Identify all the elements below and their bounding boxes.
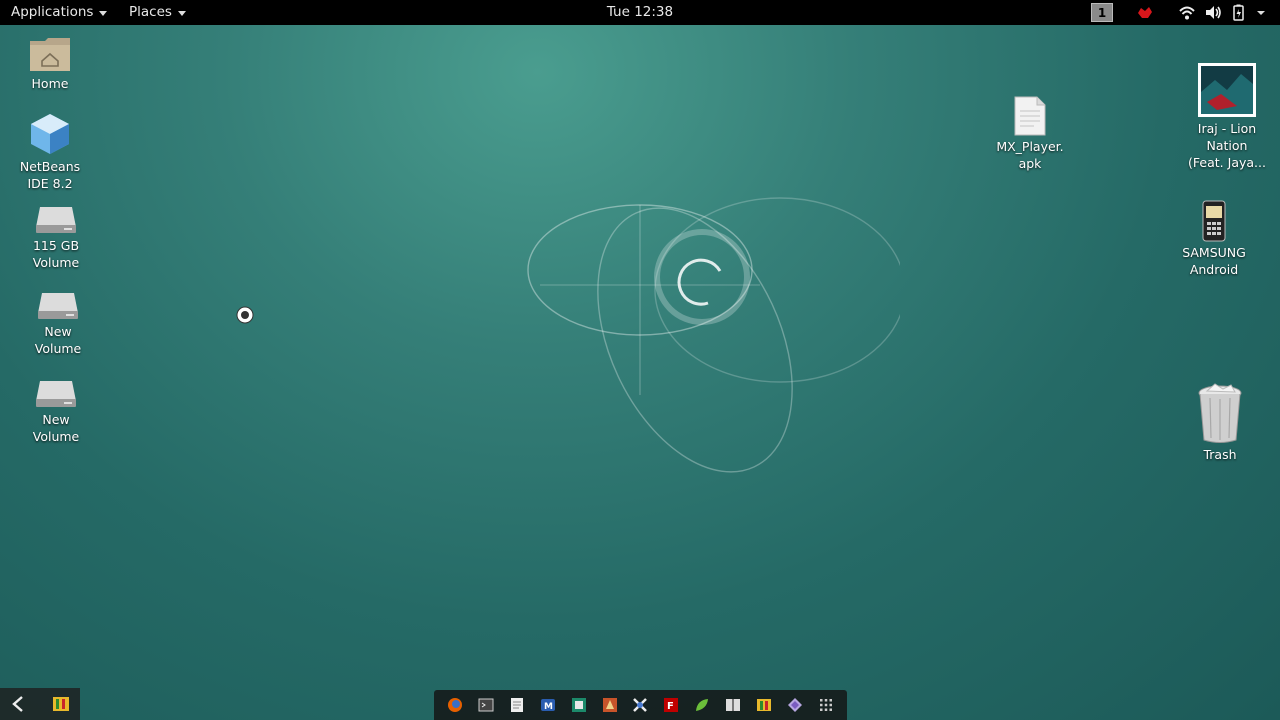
- chevron-down-icon: [99, 10, 108, 16]
- app-icon[interactable]: [52, 695, 70, 713]
- home-folder-icon: [30, 38, 70, 71]
- image-thumbnail-icon: [1198, 63, 1256, 117]
- dock-item-notes[interactable]: [724, 696, 742, 714]
- desktop-icon-new-volume-2[interactable]: New Volume: [11, 379, 101, 445]
- applications-menu[interactable]: Applications: [11, 4, 108, 20]
- top-bar: Applications Places Tue 12:38 1: [0, 0, 1280, 25]
- dock-item-app[interactable]: [601, 696, 619, 714]
- dock: M F: [434, 690, 847, 720]
- app-icon: [696, 699, 709, 711]
- desktop-icon-label: NetBeans IDE 8.2: [19, 159, 81, 191]
- desktop-icon-trash[interactable]: Trash: [1175, 382, 1265, 463]
- desktop-icon-label: New Volume: [32, 412, 80, 444]
- desktop-icon-label: Trash: [1203, 447, 1237, 462]
- drive-icon: [36, 381, 76, 407]
- chevron-down-icon: [177, 10, 186, 16]
- desktop-icon-label: Home: [31, 76, 69, 91]
- desktop-icon-iraj-lion-nation[interactable]: Iraj - Lion Nation (Feat. Jaya...: [1182, 62, 1272, 171]
- svg-text:M: M: [544, 702, 553, 712]
- app-icon: [633, 698, 648, 712]
- text-editor-icon: [511, 698, 524, 712]
- workspace-indicator[interactable]: 1: [1091, 3, 1113, 22]
- places-menu[interactable]: Places: [129, 4, 186, 20]
- dock-item-mail[interactable]: M: [539, 696, 557, 714]
- desktop-icon-netbeans[interactable]: NetBeans IDE 8.2: [5, 112, 95, 192]
- notes-icon: [726, 699, 741, 711]
- app-icon: [602, 698, 617, 712]
- dock-item-firefox[interactable]: [446, 696, 464, 714]
- desktop-icon-label: MX_Player. apk: [996, 139, 1064, 171]
- dock-item-app[interactable]: [693, 696, 711, 714]
- document-icon: [1014, 96, 1046, 136]
- dock-item-text-editor[interactable]: [508, 696, 526, 714]
- firefox-icon: [448, 698, 463, 712]
- svg-text:F: F: [667, 701, 674, 712]
- app-icon: [571, 698, 586, 712]
- desktop-icon-label: Iraj - Lion Nation (Feat. Jaya...: [1188, 121, 1266, 170]
- trash-icon: [1198, 383, 1242, 443]
- back-arrow-icon[interactable]: [9, 695, 27, 713]
- drive-icon: [38, 293, 78, 319]
- bottom-left-panel: [0, 688, 80, 720]
- system-menu-arrow-icon[interactable]: [1255, 4, 1267, 21]
- desktop-icon-label: SAMSUNG Android: [1182, 245, 1246, 277]
- desktop-icon-label: 115 GB Volume: [32, 238, 80, 270]
- filezilla-icon: F: [664, 698, 679, 712]
- dock-item-app[interactable]: [755, 696, 773, 714]
- dock-item-show-apps[interactable]: [817, 696, 835, 714]
- debian-swirl-wallpaper: [527, 197, 900, 473]
- busy-cursor-icon: [236, 306, 254, 324]
- dock-item-app[interactable]: [786, 696, 804, 714]
- app-icon: [756, 699, 771, 711]
- app-icon: [787, 698, 802, 712]
- show-apps-grid-icon: [819, 699, 832, 711]
- desktop-icon-samsung-android[interactable]: SAMSUNG Android: [1169, 200, 1259, 278]
- desktop-icon-115gb-volume[interactable]: 115 GB Volume: [11, 205, 101, 271]
- desktop-icon-label: New Volume: [34, 324, 82, 356]
- applications-menu-label: Applications: [11, 4, 94, 20]
- volume-icon[interactable]: [1204, 4, 1222, 21]
- places-menu-label: Places: [129, 4, 172, 20]
- battery-icon[interactable]: [1232, 4, 1246, 21]
- desktop-icon-home[interactable]: Home: [5, 35, 95, 92]
- terminal-icon: [478, 698, 494, 712]
- drive-icon: [36, 207, 76, 233]
- dock-item-filezilla[interactable]: F: [662, 696, 680, 714]
- netbeans-cube-icon: [31, 114, 69, 154]
- desktop-icon-new-volume-1[interactable]: New Volume: [13, 291, 103, 357]
- red-app-icon[interactable]: [1136, 4, 1154, 21]
- phone-icon: [1202, 200, 1226, 242]
- clock[interactable]: Tue 12:38: [607, 4, 673, 20]
- dock-item-terminal[interactable]: [477, 696, 495, 714]
- desktop-icon-mx-player-apk[interactable]: MX_Player. apk: [985, 96, 1075, 172]
- mail-icon: M: [540, 699, 555, 712]
- dock-item-app[interactable]: [631, 696, 649, 714]
- dock-item-app[interactable]: [570, 696, 588, 714]
- wifi-icon[interactable]: [1178, 4, 1196, 21]
